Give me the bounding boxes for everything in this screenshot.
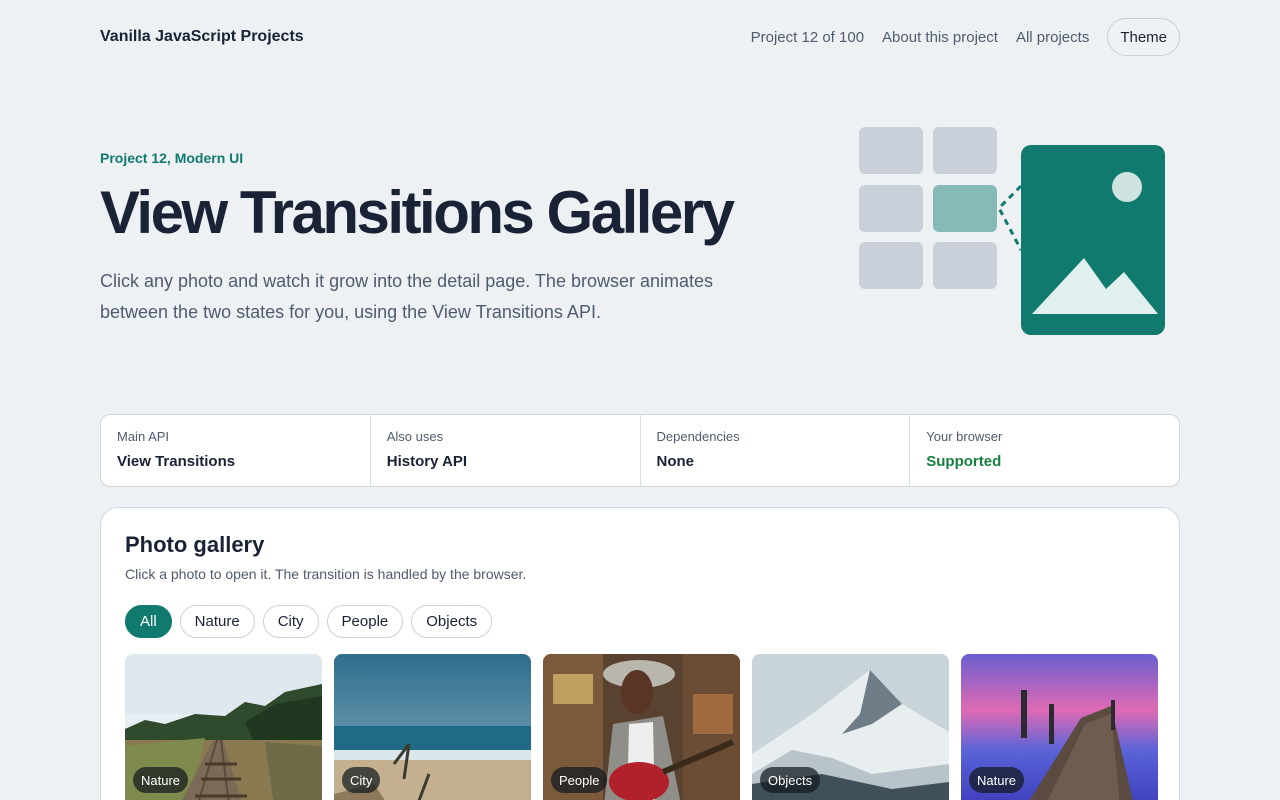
all-projects-link[interactable]: All projects [1016,29,1089,46]
photo-card-railway[interactable]: Nature [125,654,322,800]
stat-value: View Transitions [117,453,236,470]
photo-card-objects[interactable]: Objects [752,654,949,800]
filter-city[interactable]: City [262,605,319,638]
filter-people[interactable]: People [326,605,404,638]
stat-value: None [656,453,695,470]
page-title: View Transitions Gallery [100,179,735,246]
theme-toggle-button[interactable]: Theme [1107,18,1180,56]
stat-browser-support: Your browser Supported [910,415,1179,486]
project-stats: Main API View Transitions Also uses Hist… [100,414,1180,487]
stat-label: Dependencies [656,429,740,444]
filter-chips: All Nature City People Objects [125,605,493,638]
stat-label: Main API [117,429,170,444]
top-bar: Vanilla JavaScript Projects Project 12 o… [100,18,1180,56]
stat-label: Your browser [926,429,1003,444]
gallery-subtitle: Click a photo to open it. The transition… [125,566,527,582]
filter-all[interactable]: All [125,605,172,638]
photo-tag: Nature [133,767,189,793]
stat-label: Also uses [386,429,444,444]
photo-card-beach[interactable]: City [334,654,531,800]
stat-main-api: Main API View Transitions [101,415,371,486]
photo-tag: Objects [760,767,821,793]
photo-card-people[interactable]: People [543,654,740,800]
filter-nature[interactable]: Nature [179,605,255,638]
grid-to-image-icon [856,124,1168,344]
stat-also-uses: Also uses History API [371,415,641,486]
photo-grid: Nature City People Objects Nature [125,654,1158,800]
gallery-title: Photo gallery [125,532,265,557]
about-project-link[interactable]: About this project [882,29,998,46]
filter-objects[interactable]: Objects [411,605,493,638]
site-brand[interactable]: Vanilla JavaScript Projects [100,28,304,46]
stat-dependencies: Dependencies None [641,415,911,486]
photo-tag: Nature [969,767,1025,793]
page-lead: Click any photo and watch it grow into t… [100,271,714,322]
photo-tag: People [551,767,608,793]
photo-gallery-card: Photo gallery Click a photo to open it. … [100,507,1180,800]
project-progress-link[interactable]: Project 12 of 100 [751,29,864,46]
stat-value: History API [386,453,468,470]
project-kicker: Project 12, Modern UI [100,150,244,166]
top-nav: Project 12 of 100 About this project All… [751,18,1180,56]
photo-card-lake[interactable]: Nature [961,654,1158,800]
browser-support-status: Supported [926,453,1002,470]
photo-tag: City [342,767,381,793]
